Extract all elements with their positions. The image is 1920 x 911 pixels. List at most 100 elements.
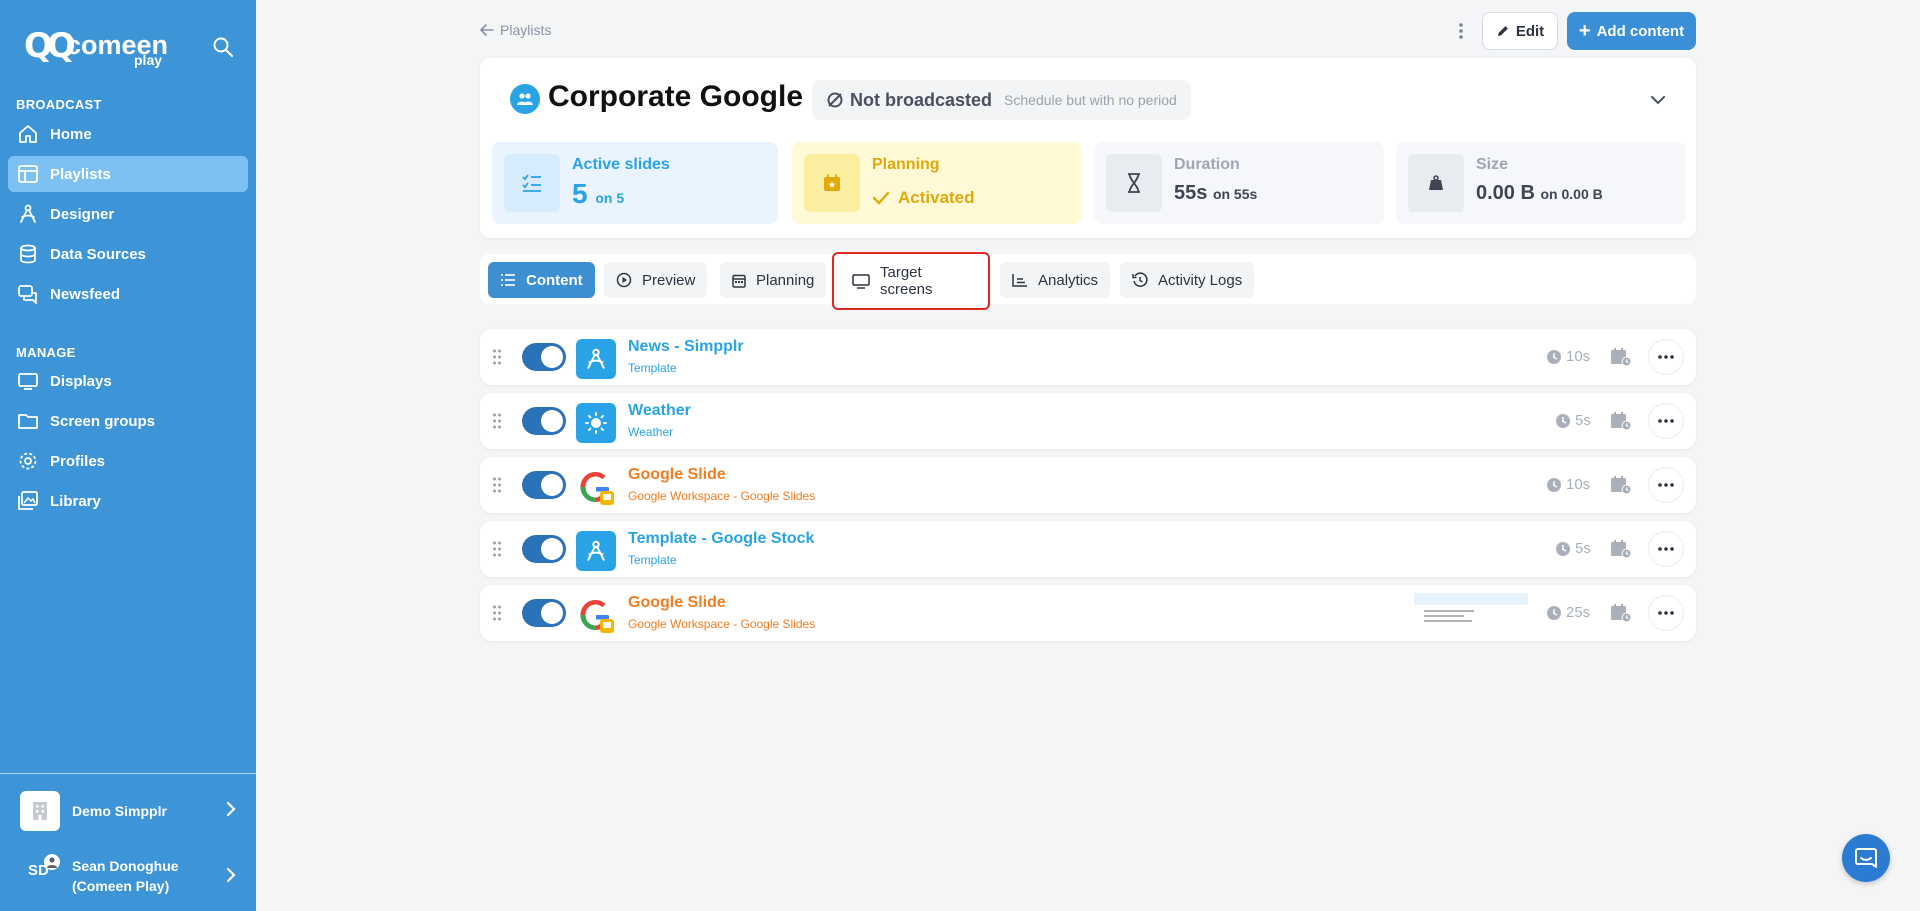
slide-preview-thumbnail[interactable] bbox=[1414, 593, 1528, 633]
tab-label: Preview bbox=[642, 271, 696, 289]
duration-text: 25s bbox=[1566, 604, 1591, 621]
clock-icon bbox=[1547, 605, 1561, 620]
slide-duration: 5s bbox=[1555, 412, 1591, 429]
drag-handle-icon[interactable] bbox=[492, 539, 502, 559]
active-count: 5 bbox=[572, 178, 588, 209]
drag-handle-icon[interactable] bbox=[492, 347, 502, 367]
tab-analytics[interactable]: Analytics bbox=[1000, 262, 1111, 298]
edit-button[interactable]: Edit bbox=[1482, 12, 1558, 50]
row-more-button[interactable] bbox=[1648, 531, 1684, 567]
slide-title[interactable]: Google Slide bbox=[628, 594, 726, 612]
logo-mark: QQ bbox=[24, 26, 76, 66]
schedule-icon[interactable] bbox=[1610, 347, 1632, 367]
drag-handle-icon[interactable] bbox=[492, 603, 502, 623]
sidebar-item-newsfeed[interactable]: Newsfeed bbox=[8, 276, 248, 312]
table-row[interactable]: Template - Google Stock Template 5s bbox=[480, 521, 1696, 577]
search-icon[interactable] bbox=[212, 36, 234, 58]
sidebar-item-playlists[interactable]: Playlists bbox=[8, 156, 248, 192]
designer-icon bbox=[16, 202, 40, 226]
table-row[interactable]: Google Slide Google Workspace - Google S… bbox=[480, 457, 1696, 513]
table-row[interactable]: Google Slide Google Workspace - Google S… bbox=[480, 585, 1696, 641]
row-more-button[interactable] bbox=[1648, 467, 1684, 503]
duration-text: 10s bbox=[1566, 476, 1591, 493]
sidebar-item-displays[interactable]: Displays bbox=[8, 363, 248, 399]
schedule-icon[interactable] bbox=[1610, 475, 1632, 495]
tab-label: Planning bbox=[756, 271, 815, 289]
newsfeed-icon bbox=[16, 282, 40, 306]
add-content-button[interactable]: + Add content bbox=[1567, 12, 1696, 50]
chevron-right-icon bbox=[226, 867, 236, 888]
breadcrumb[interactable]: Playlists bbox=[480, 22, 551, 38]
list-icon bbox=[500, 273, 516, 287]
pencil-icon bbox=[1497, 26, 1508, 36]
chevron-down-icon[interactable] bbox=[1648, 92, 1668, 108]
stat-value: 0.00 B on 0.00 B bbox=[1476, 182, 1603, 205]
stat-label: Size bbox=[1476, 156, 1509, 173]
monitor-icon bbox=[16, 369, 40, 393]
hourglass-icon bbox=[1106, 154, 1162, 212]
schedule-icon[interactable] bbox=[1610, 411, 1632, 431]
slide-subtitle: Template bbox=[628, 553, 677, 567]
weight-icon bbox=[1408, 154, 1464, 212]
schedule-icon[interactable] bbox=[1610, 539, 1632, 559]
sidebar-item-label: Designer bbox=[50, 205, 115, 223]
table-row[interactable]: News - Simpplr Template 10s bbox=[480, 329, 1696, 385]
table-row[interactable]: Weather Weather 5s bbox=[480, 393, 1696, 449]
sidebar-item-screen-groups[interactable]: Screen groups bbox=[8, 403, 248, 439]
slide-enabled-toggle[interactable] bbox=[522, 471, 566, 499]
slide-enabled-toggle[interactable] bbox=[522, 343, 566, 371]
slide-title[interactable]: News - Simpplr bbox=[628, 338, 744, 356]
sidebar-item-data-sources[interactable]: Data Sources bbox=[8, 236, 248, 272]
stat-value: 5 on 5 bbox=[572, 178, 624, 210]
slide-enabled-toggle[interactable] bbox=[522, 407, 566, 435]
slide-title[interactable]: Template - Google Stock bbox=[628, 530, 814, 548]
tab-planning[interactable]: Planning bbox=[720, 262, 827, 298]
gear-icon bbox=[16, 449, 40, 473]
status-badge: Not broadcasted Schedule but with no per… bbox=[812, 80, 1191, 120]
slide-title[interactable]: Weather bbox=[628, 402, 691, 420]
sidebar-item-profiles[interactable]: Profiles bbox=[8, 443, 248, 479]
tab-activity-logs[interactable]: Activity Logs bbox=[1120, 262, 1255, 298]
calendar-icon bbox=[732, 273, 746, 288]
planning-value: Activated bbox=[898, 188, 975, 207]
stat-label: Planning bbox=[872, 156, 940, 173]
schedule-icon[interactable] bbox=[1610, 603, 1632, 623]
sidebar-item-home[interactable]: Home bbox=[8, 116, 248, 152]
designer-template-icon bbox=[576, 339, 616, 379]
sidebar-item-designer[interactable]: Designer bbox=[8, 196, 248, 232]
size-stat: Size 0.00 B on 0.00 B bbox=[1396, 142, 1686, 224]
sidebar-item-label: Displays bbox=[50, 372, 112, 390]
duration-text: 10s bbox=[1566, 348, 1591, 365]
sidebar-divider bbox=[0, 773, 256, 774]
more-options-icon[interactable] bbox=[1452, 18, 1470, 44]
drag-handle-icon[interactable] bbox=[492, 475, 502, 495]
duration-stat: Duration 55s on 55s bbox=[1094, 142, 1384, 224]
slide-title[interactable]: Google Slide bbox=[628, 466, 726, 484]
row-more-button[interactable] bbox=[1648, 339, 1684, 375]
tab-label: Content bbox=[526, 271, 583, 289]
chevron-right-icon bbox=[226, 801, 236, 822]
comeen-play-logo[interactable]: QQ comeen play bbox=[24, 24, 174, 68]
duration-value: 55s bbox=[1174, 182, 1208, 204]
chat-icon bbox=[1855, 848, 1877, 868]
tab-target-screens[interactable]: Target screens bbox=[832, 252, 990, 310]
user-menu[interactable]: SD Sean Donoghue (Comeen Play) bbox=[0, 848, 256, 902]
slide-enabled-toggle[interactable] bbox=[522, 535, 566, 563]
sidebar-item-library[interactable]: Library bbox=[8, 483, 248, 519]
row-more-button[interactable] bbox=[1648, 595, 1684, 631]
slide-enabled-toggle[interactable] bbox=[522, 599, 566, 627]
tab-content[interactable]: Content bbox=[488, 262, 595, 298]
chat-support-button[interactable] bbox=[1842, 834, 1890, 882]
slide-subtitle: Weather bbox=[628, 425, 674, 439]
row-more-button[interactable] bbox=[1648, 403, 1684, 439]
logo-sub: play bbox=[134, 52, 163, 68]
tab-preview[interactable]: Preview bbox=[604, 262, 708, 298]
sidebar-item-label: Profiles bbox=[50, 452, 106, 470]
organization-name: Demo Simpplr bbox=[72, 803, 167, 819]
organization-switcher[interactable]: Demo Simpplr bbox=[0, 786, 256, 836]
user-name-line2: (Comeen Play) bbox=[72, 878, 170, 894]
drag-handle-icon[interactable] bbox=[492, 411, 502, 431]
duration-text: 5s bbox=[1575, 540, 1591, 557]
google-slides-icon bbox=[576, 595, 616, 635]
database-icon bbox=[16, 242, 40, 266]
